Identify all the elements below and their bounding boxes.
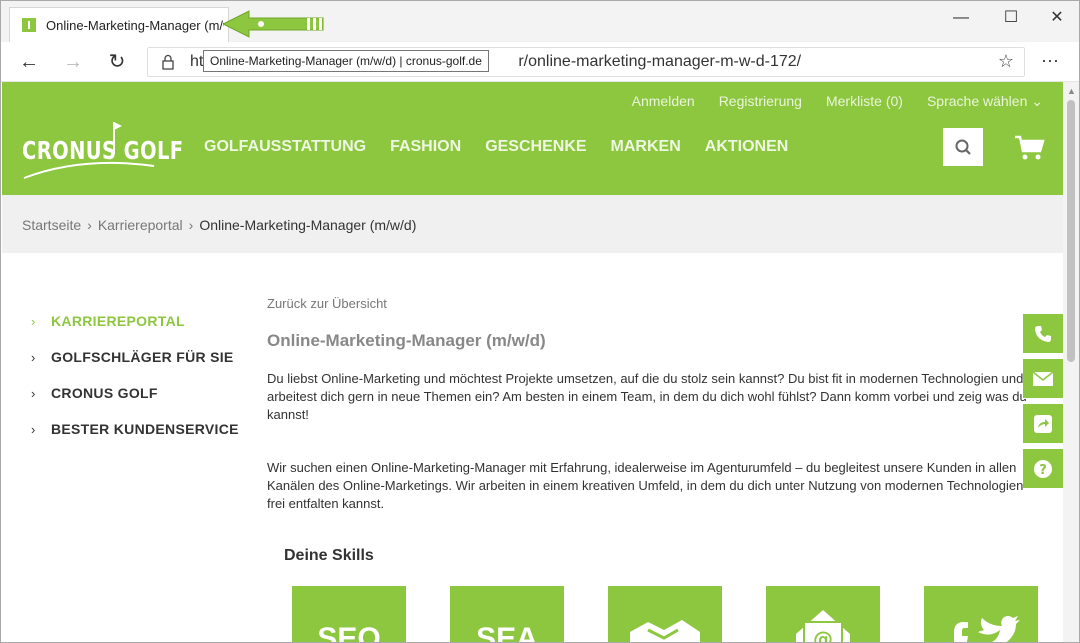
skill-tile-social xyxy=(924,586,1038,642)
sidebar-item-label: GOLFSCHLÄGER FÜR SIE xyxy=(51,349,234,365)
social-icon xyxy=(954,616,1020,642)
reload-button[interactable]: ↻ xyxy=(105,50,129,74)
breadcrumb: Startseite › Karriereportal › Online-Mar… xyxy=(22,217,416,233)
skill-tile-email: @ xyxy=(766,586,880,643)
breadcrumb-karriereportal[interactable]: Karriereportal xyxy=(98,217,183,233)
email-icon: @ xyxy=(796,610,850,643)
title-bar: Online-Marketing-Manager (m/w/d) | cronu… xyxy=(1,1,1079,42)
svg-text:?: ? xyxy=(1039,463,1047,478)
cart-icon[interactable] xyxy=(1014,135,1046,161)
site-logo[interactable]: CRONUS GOLF xyxy=(22,120,183,180)
tab-tooltip: Online-Marketing-Manager (m/w/d) | cronu… xyxy=(203,50,489,72)
description-paragraph: Wir suchen einen Online-Marketing-Manage… xyxy=(267,460,1024,511)
intro-paragraph: Du liebst Online-Marketing und möchtest … xyxy=(267,371,1027,422)
nav-aktionen[interactable]: AKTIONEN xyxy=(705,138,789,156)
back-to-overview-link[interactable]: Zurück zur Übersicht xyxy=(267,296,1037,311)
skill-label: SEO xyxy=(317,622,381,643)
chevron-right-icon: › xyxy=(31,349,36,365)
nav-marken[interactable]: MARKEN xyxy=(611,138,681,156)
nav-geschenke[interactable]: GESCHENKE xyxy=(485,138,586,156)
skill-tile-handshake xyxy=(608,586,722,642)
svg-text:@: @ xyxy=(813,627,833,643)
skill-tile-seo: SEO xyxy=(292,586,406,643)
share-button[interactable] xyxy=(1023,404,1063,444)
forward-button[interactable]: → xyxy=(61,50,85,74)
top-navigation: Anmelden Registrierung Merkliste (0) Spr… xyxy=(632,93,1043,110)
lock-icon xyxy=(162,54,174,70)
help-button[interactable]: ? xyxy=(1023,449,1063,489)
page-scrollbar[interactable]: ▲ xyxy=(1063,82,1079,642)
breadcrumb-home[interactable]: Startseite xyxy=(22,217,81,233)
main-navigation: GOLFAUSSTATTUNG FASHION GESCHENKE MARKEN… xyxy=(204,138,788,156)
skills-heading: Deine Skills xyxy=(284,547,374,564)
phone-icon xyxy=(1035,325,1051,342)
scroll-up-icon[interactable]: ▲ xyxy=(1067,86,1076,96)
sidebar-item-karriereportal[interactable]: › KARRIEREPORTAL xyxy=(31,303,239,339)
register-link[interactable]: Registrierung xyxy=(719,93,802,110)
mail-icon xyxy=(1033,371,1053,386)
breadcrumb-separator: › xyxy=(87,217,92,233)
browser-tab[interactable]: Online-Marketing-Manager (m/w/d) | cronu… xyxy=(9,7,229,42)
tab-title: Online-Marketing-Manager (m/w/d) | cronu… xyxy=(46,18,224,33)
skill-tile-sea: SEA xyxy=(450,586,564,643)
chevron-right-icon: › xyxy=(31,385,36,401)
handshake-icon xyxy=(630,620,700,642)
browser-window: Online-Marketing-Manager (m/w/d) | cronu… xyxy=(0,0,1080,643)
login-link[interactable]: Anmelden xyxy=(632,93,695,110)
sidebar-item-label: KARRIEREPORTAL xyxy=(51,313,185,329)
skill-label: SEA xyxy=(476,622,538,643)
more-menu-button[interactable]: ··· xyxy=(1041,50,1059,71)
language-select[interactable]: Sprache wählen ⌄ xyxy=(927,93,1043,110)
nav-golfausstattung[interactable]: GOLFAUSSTATTUNG xyxy=(204,138,366,156)
back-button[interactable]: ← xyxy=(17,50,41,74)
chevron-right-icon: › xyxy=(31,421,36,437)
logo-text: CRONUS GOLF xyxy=(22,136,184,165)
url-prefix: ht xyxy=(190,53,204,70)
site-header: Anmelden Registrierung Merkliste (0) Spr… xyxy=(2,82,1063,195)
scroll-thumb[interactable] xyxy=(1067,100,1075,362)
address-bar: ← → ↻ ht r/online-marketing-manager-m-w-d… xyxy=(1,42,1079,82)
url-path: r/online-marketing-manager-m-w-d-172/ xyxy=(518,53,802,70)
wishlist-link[interactable]: Merkliste (0) xyxy=(826,93,903,110)
breadcrumb-bar: Startseite › Karriereportal › Online-Mar… xyxy=(2,195,1063,253)
mail-button[interactable] xyxy=(1023,359,1063,399)
search-icon xyxy=(955,139,971,155)
maximize-button[interactable]: ☐ xyxy=(1001,9,1021,27)
help-icon: ? xyxy=(1034,459,1052,478)
breadcrumb-current: Online-Marketing-Manager (m/w/d) xyxy=(199,217,417,233)
page-title: Online-Marketing-Manager (m/w/d) xyxy=(267,331,546,350)
phone-button[interactable] xyxy=(1023,314,1063,354)
sidebar-item-kundenservice[interactable]: › BESTER KUNDENSERVICE xyxy=(31,411,239,447)
sidebar-item-label: CRONUS GOLF xyxy=(51,385,158,401)
sidebar-item-cronus-golf[interactable]: › CRONUS GOLF xyxy=(31,375,239,411)
nav-fashion[interactable]: FASHION xyxy=(390,138,461,156)
minimize-button[interactable]: — xyxy=(951,9,971,27)
drag-arrow-icon xyxy=(223,10,324,38)
breadcrumb-separator: › xyxy=(188,217,194,233)
chevron-right-icon: › xyxy=(31,313,36,329)
main-content: Zurück zur Übersicht Online-Marketing-Ma… xyxy=(267,296,1038,642)
sidebar-item-golfschlaeger[interactable]: › GOLFSCHLÄGER FÜR SIE xyxy=(31,339,239,375)
sidebar-item-label: BESTER KUNDENSERVICE xyxy=(51,421,239,437)
share-icon xyxy=(1034,414,1052,433)
sidebar: › KARRIEREPORTAL › GOLFSCHLÄGER FÜR SIE … xyxy=(31,303,239,447)
search-button[interactable] xyxy=(943,128,983,166)
favicon-icon xyxy=(22,18,36,32)
favorite-star-icon[interactable]: ☆ xyxy=(998,51,1014,72)
close-window-button[interactable]: ✕ xyxy=(1047,9,1067,27)
